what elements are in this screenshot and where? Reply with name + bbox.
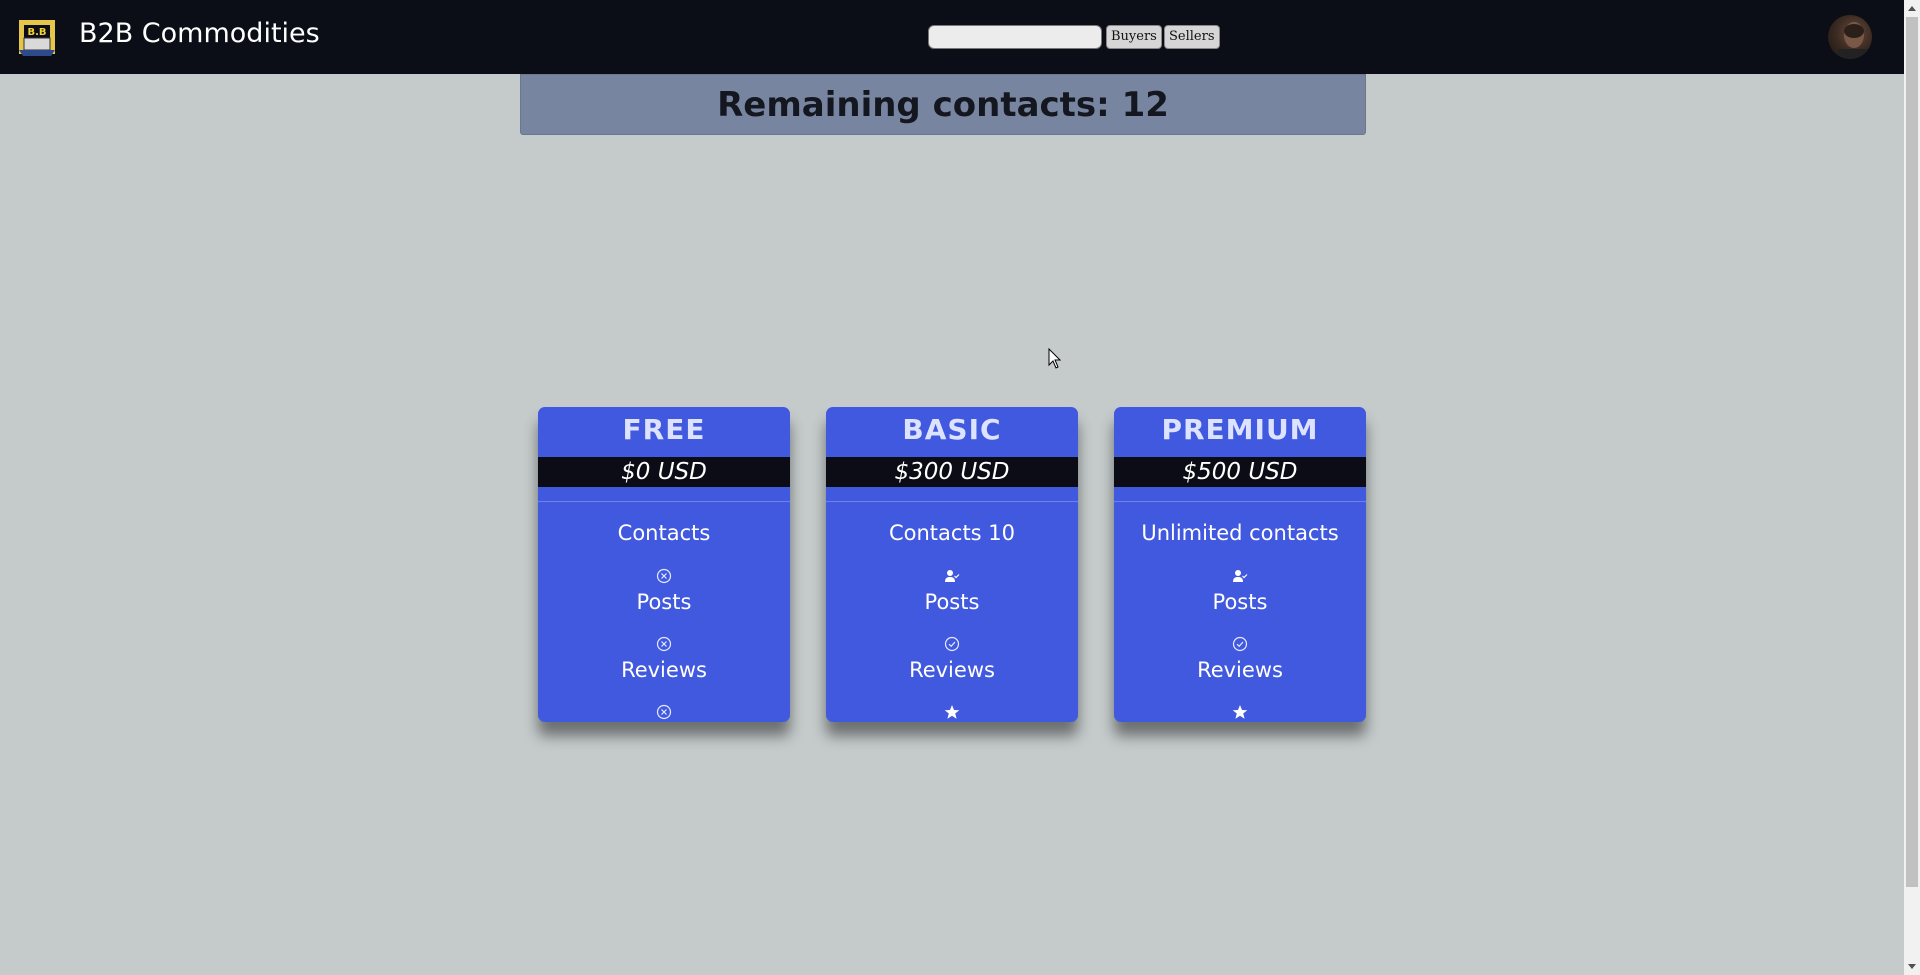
feature-contacts-label: Contacts 10 bbox=[888, 521, 1016, 545]
plan-name: PREMIUM bbox=[1161, 413, 1319, 446]
avatar-photo-icon bbox=[1838, 22, 1868, 59]
mouse-pointer-icon bbox=[1048, 348, 1062, 369]
top-navbar: B.B B2B Commodities Buyers Sellers bbox=[0, 0, 1904, 74]
plan-price: $500 USD bbox=[1114, 457, 1366, 487]
feature-posts-label: Posts bbox=[924, 590, 980, 614]
card-divider bbox=[538, 501, 790, 502]
feature-posts-label: Posts bbox=[636, 590, 692, 614]
card-divider bbox=[826, 501, 1078, 502]
circle-x-icon bbox=[656, 636, 672, 652]
feature-contacts-label: Contacts bbox=[617, 521, 711, 545]
pricing-plans: FREE $0 USD Contacts Posts Reviews BASIC… bbox=[538, 407, 1366, 722]
circle-x-icon bbox=[656, 568, 672, 584]
remaining-contacts-banner: Remaining contacts: 12 bbox=[520, 74, 1366, 135]
feature-reviews-label: Reviews bbox=[621, 658, 707, 682]
plan-name: FREE bbox=[622, 413, 706, 446]
feature-contacts-label: Unlimited contacts bbox=[1141, 521, 1339, 545]
plan-card-basic[interactable]: BASIC $300 USD Contacts 10 Posts Reviews bbox=[826, 407, 1078, 722]
star-icon bbox=[944, 705, 960, 719]
search-input[interactable] bbox=[928, 25, 1102, 49]
svg-text:B.B: B.B bbox=[27, 27, 46, 38]
feature-posts-label: Posts bbox=[1212, 590, 1268, 614]
feature-reviews-label: Reviews bbox=[1197, 658, 1283, 682]
scrollbar-thumb[interactable] bbox=[1906, 17, 1918, 887]
sellers-button[interactable]: Sellers bbox=[1164, 25, 1220, 49]
plan-name: BASIC bbox=[902, 413, 1002, 446]
user-check-icon bbox=[945, 570, 960, 582]
brand-title[interactable]: B2B Commodities bbox=[79, 16, 320, 52]
circle-check-icon bbox=[1232, 636, 1248, 652]
feature-reviews-label: Reviews bbox=[909, 658, 995, 682]
scroll-up-arrow-icon[interactable] bbox=[1904, 0, 1920, 17]
plan-card-premium[interactable]: PREMIUM $500 USD Unlimited contacts Post… bbox=[1114, 407, 1366, 722]
scroll-down-arrow-icon[interactable] bbox=[1904, 958, 1920, 975]
b2b-logo-icon[interactable]: B.B bbox=[15, 16, 59, 58]
user-avatar[interactable] bbox=[1828, 15, 1872, 59]
circle-check-icon bbox=[944, 636, 960, 652]
buyers-button[interactable]: Buyers bbox=[1106, 25, 1162, 49]
star-icon bbox=[1232, 705, 1248, 719]
user-check-icon bbox=[1233, 570, 1248, 582]
plan-card-free[interactable]: FREE $0 USD Contacts Posts Reviews bbox=[538, 407, 790, 722]
card-divider bbox=[1114, 501, 1366, 502]
plan-price: $300 USD bbox=[826, 457, 1078, 487]
circle-x-icon bbox=[656, 704, 672, 720]
plan-price: $0 USD bbox=[538, 457, 790, 487]
